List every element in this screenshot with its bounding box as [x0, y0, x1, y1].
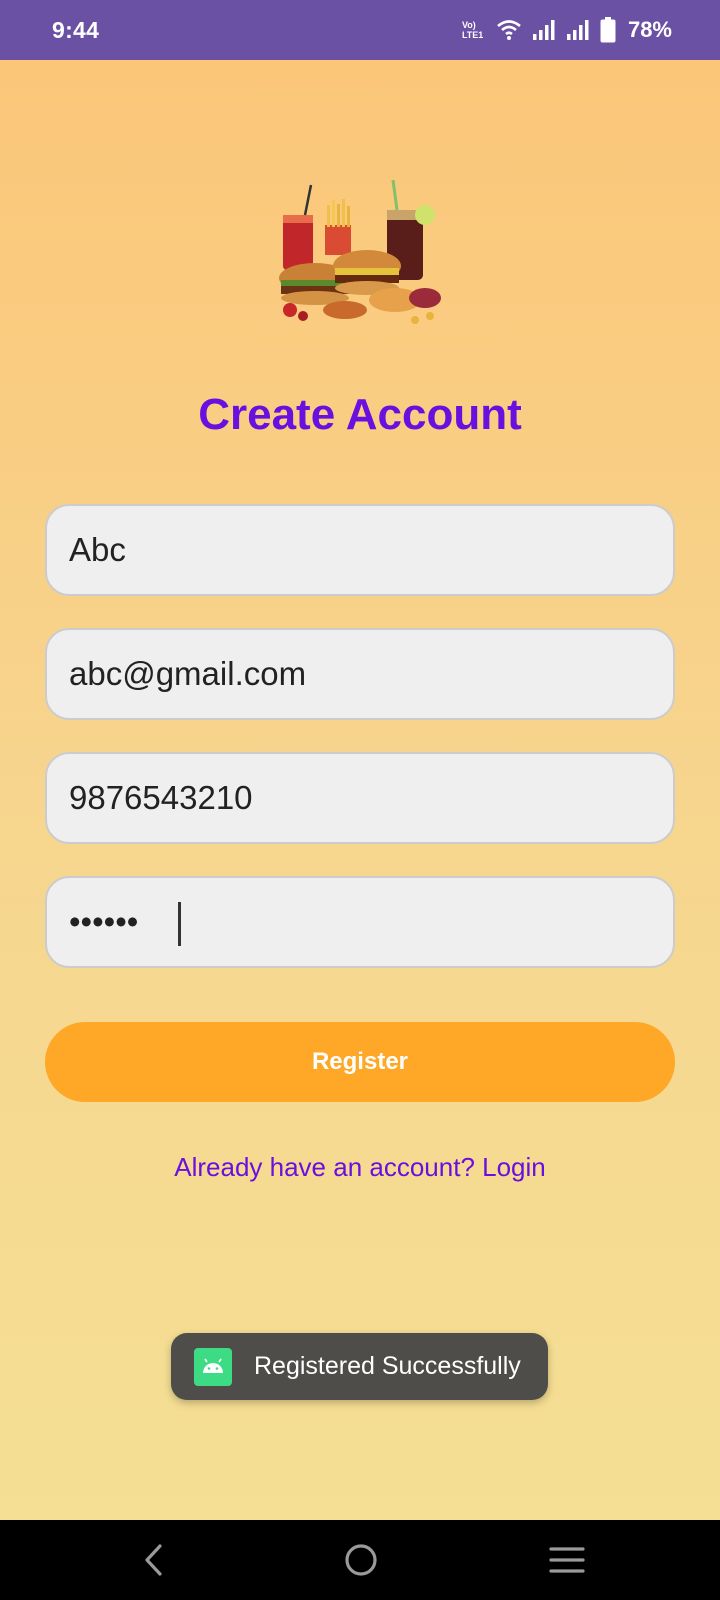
text-cursor [178, 902, 181, 946]
toast-message: Registered Successfully [171, 1333, 548, 1400]
navigation-bar [0, 1520, 720, 1600]
status-time: 9:44 [52, 17, 100, 43]
fast-food-logo-image [279, 180, 441, 324]
signal-icon-sim2 [566, 20, 589, 40]
phone-field[interactable] [45, 752, 675, 844]
phone-input[interactable] [47, 754, 673, 842]
volte-bottom-label: LTE1 [461, 30, 484, 40]
volte-icon: Vo) LTE1 [462, 20, 486, 40]
name-input[interactable] [47, 506, 673, 594]
password-input[interactable] [47, 878, 673, 966]
volte-top-label: Vo) [461, 20, 476, 30]
register-button[interactable]: Register [45, 1022, 675, 1102]
login-link[interactable]: Already have an account? Login [0, 1152, 720, 1183]
battery-percent: 78% [627, 17, 672, 42]
password-field[interactable] [45, 876, 675, 968]
battery-icon [600, 17, 616, 43]
page-title: Create Account [198, 390, 522, 439]
main-screen: Create Account Register Already have an … [0, 60, 720, 1520]
status-icons: Vo) LTE1 78% [462, 14, 672, 46]
back-icon[interactable] [133, 1538, 177, 1582]
toast-text: Registered Successfully [254, 1352, 521, 1380]
status-bar: 9:44 Vo) LTE1 78% [0, 0, 720, 60]
home-icon[interactable] [339, 1538, 383, 1582]
wifi-icon [497, 20, 521, 40]
email-field[interactable] [45, 628, 675, 720]
name-field[interactable] [45, 504, 675, 596]
recents-icon[interactable] [545, 1538, 589, 1582]
email-input[interactable] [47, 630, 673, 718]
android-app-icon [194, 1347, 232, 1386]
signal-icon-sim1 [532, 20, 555, 40]
